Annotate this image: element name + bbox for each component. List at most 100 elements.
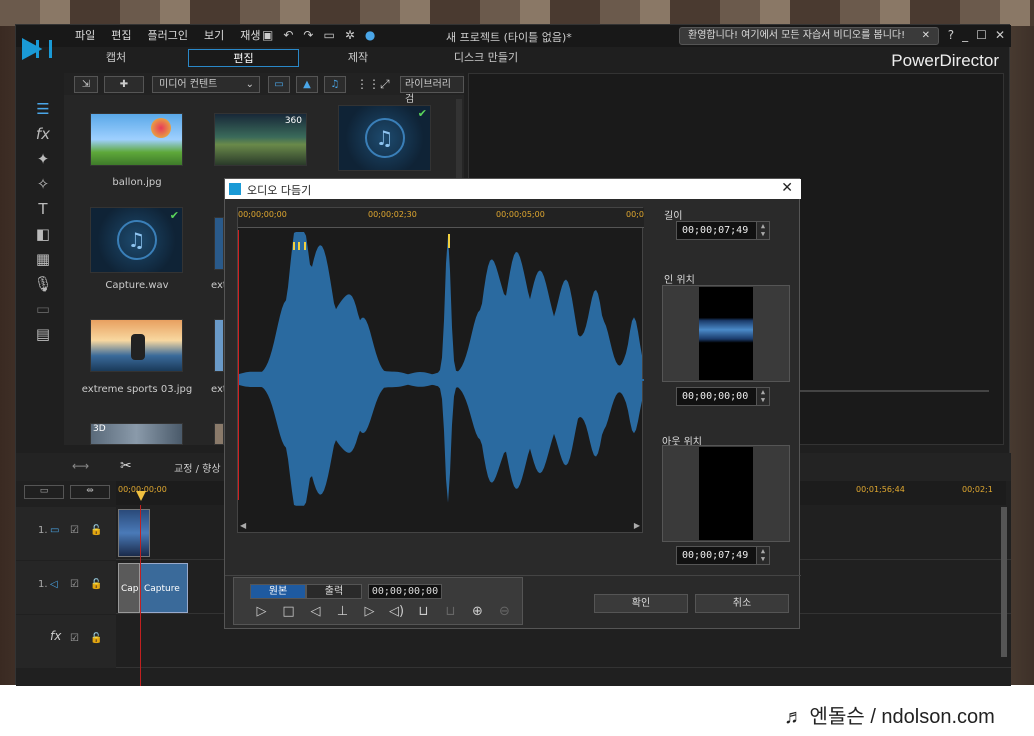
audio-filter-icon[interactable]: ♫ xyxy=(324,76,346,93)
track-enable-checkbox[interactable]: ☑ xyxy=(70,579,79,590)
chapter-icon[interactable]: ▭ xyxy=(24,297,62,322)
split-icon[interactable]: ⟷ xyxy=(72,459,89,473)
mark-out-disabled-icon[interactable]: ⊔ xyxy=(437,604,464,619)
ruler-end-time: 00;02;1 xyxy=(962,485,993,494)
help-icon[interactable]: ? xyxy=(948,28,954,42)
watermark: ♬ 엔돌슨 / ndolson.com xyxy=(784,706,995,728)
ok-button[interactable]: 확인 xyxy=(594,594,688,613)
undo-icon[interactable]: ↶ xyxy=(283,28,293,42)
in-position-value: 00;00;00;00 xyxy=(682,391,749,402)
redo-icon[interactable]: ↷ xyxy=(303,28,313,42)
audio-clip-1-label: Cap xyxy=(121,584,139,594)
fx-track-icon: fx xyxy=(50,629,62,643)
menu-bar: 파일 편집 플러그인 보기 재생 xyxy=(67,28,268,44)
grid-view-icon[interactable]: ⋮⋮ xyxy=(356,77,380,91)
close-window-icon[interactable]: ✕ xyxy=(995,28,1005,42)
save-icon[interactable]: ▣ xyxy=(262,28,273,42)
tab-disc[interactable]: 디스크 만들기 xyxy=(436,49,536,67)
media-room-icon[interactable]: ☰ xyxy=(24,97,62,122)
transition-room-icon[interactable]: ◧ xyxy=(24,222,62,247)
spin-icon[interactable]: ▲ ▼ xyxy=(756,547,769,564)
menu-file[interactable]: 파일 xyxy=(67,28,103,44)
thumb-extreme-sports[interactable] xyxy=(90,319,183,372)
length-timecode[interactable]: 00;00;07;49 ▲ ▼ xyxy=(676,221,770,240)
effect-room-icon[interactable]: fx xyxy=(24,122,62,147)
tab-produce[interactable]: 제작 xyxy=(328,49,388,67)
track-view-icon[interactable]: ▭ xyxy=(24,485,64,499)
waveform-ruler[interactable]: 00;00;00;00 00;00;02;30 00;00;05;00 00;0 xyxy=(238,208,644,228)
aspect-ratio-icon[interactable]: ▭ xyxy=(323,28,334,42)
close-icon[interactable]: ✕ xyxy=(781,180,793,196)
thumb-audio-1[interactable]: ♫ ✔ xyxy=(338,105,431,171)
original-toggle[interactable]: 원본 xyxy=(250,584,306,599)
thumb-360[interactable]: 360 xyxy=(214,113,307,166)
voiceover-icon[interactable]: 🎙 xyxy=(24,272,62,297)
audio-clip-2[interactable]: Capture xyxy=(140,563,188,613)
track-enable-checkbox[interactable]: ☑ xyxy=(70,633,79,644)
scroll-right-icon[interactable]: ▶ xyxy=(634,521,640,530)
welcome-banner[interactable]: 환영합니다! 여기에서 모든 자습서 비디오를 봅니다! ✕ xyxy=(679,27,939,45)
video-filter-icon[interactable]: ▭ xyxy=(268,76,290,93)
image-filter-icon[interactable]: ▲ xyxy=(296,76,318,93)
particle-room-icon[interactable]: ✧ xyxy=(24,172,62,197)
plugin-icon[interactable]: ✚ xyxy=(104,76,144,93)
menu-edit[interactable]: 편집 xyxy=(103,28,139,44)
lock-icon[interactable]: 🔓 xyxy=(90,633,102,644)
playback-controls: 원본 출력 00;00;00;00 ▷ □ ◁ ⊥ ▷ ◁) ⊔ ⊔ ⊕ ⊖ xyxy=(233,577,523,625)
mark-in-icon[interactable]: ⊥ xyxy=(329,604,356,619)
minimize-icon[interactable]: _ xyxy=(962,28,968,42)
video-clip[interactable] xyxy=(118,509,150,557)
zoom-in-icon[interactable]: ⊕ xyxy=(464,604,491,619)
tab-capture[interactable]: 캡처 xyxy=(86,49,146,67)
thumb-ext-partial-1[interactable] xyxy=(214,217,224,270)
timeline-scrollbar[interactable] xyxy=(1001,507,1007,657)
library-search-input[interactable]: 라이브러리 검 xyxy=(400,76,464,105)
trim-settings: 길이 00;00;07;49 ▲ ▼ 인 위치 00;00;00;00 ▲ ▼ 아웃… xyxy=(662,207,792,607)
next-frame-icon[interactable]: ▷ xyxy=(356,604,383,619)
audio-mixing-icon[interactable]: ▦ xyxy=(24,247,62,272)
previous-frame-icon[interactable]: ◁ xyxy=(302,604,329,619)
waveform-panel[interactable]: 00;00;00;00 00;00;02;30 00;00;05;00 00;0… xyxy=(237,207,644,533)
spin-icon[interactable]: ▲ ▼ xyxy=(756,388,769,405)
cancel-button[interactable]: 취소 xyxy=(695,594,789,613)
fix-enhance-button[interactable]: 교정 / 향상 xyxy=(174,460,221,475)
volume-icon[interactable]: ◁) xyxy=(383,604,410,619)
maximize-icon[interactable]: ☐ xyxy=(976,28,987,42)
pip-room-icon[interactable]: ✦ xyxy=(24,147,62,172)
in-position-timecode[interactable]: 00;00;00;00 ▲ ▼ xyxy=(676,387,770,406)
thumb-partial-3[interactable] xyxy=(214,423,224,445)
settings-gear-icon[interactable]: ✲ xyxy=(345,28,355,42)
menu-view[interactable]: 보기 xyxy=(196,28,232,44)
tab-edit[interactable]: 편집 xyxy=(188,49,299,67)
close-icon[interactable]: ✕ xyxy=(922,28,930,44)
menu-plugin[interactable]: 플러그인 xyxy=(140,28,196,44)
playhead-marker[interactable] xyxy=(136,491,146,501)
thumb-capture-wav[interactable]: ♫ ✔ xyxy=(90,207,183,273)
dialog-title-bar: 오디오 다듬기 ✕ xyxy=(225,179,801,199)
out-position-timecode[interactable]: 00;00;07;49 ▲ ▼ xyxy=(676,546,770,565)
stop-icon[interactable]: □ xyxy=(275,604,302,619)
thumb-ballon[interactable] xyxy=(90,113,183,166)
audio-clip-1[interactable]: Cap xyxy=(118,563,140,613)
import-icon[interactable]: ⇲ xyxy=(74,76,98,93)
play-icon[interactable]: ▷ xyxy=(248,604,275,619)
scroll-left-icon[interactable]: ◀ xyxy=(240,521,246,530)
expand-icon[interactable]: ⤢ xyxy=(380,77,390,92)
mark-out-icon[interactable]: ⊔ xyxy=(410,604,437,619)
spin-icon[interactable]: ▲ ▼ xyxy=(756,222,769,239)
lock-icon[interactable]: 🔓 xyxy=(90,525,102,536)
media-content-dropdown[interactable]: 미디어 컨텐트 ⌄ xyxy=(152,76,260,93)
title-room-icon[interactable]: T xyxy=(24,197,62,222)
track-enable-checkbox[interactable]: ☑ xyxy=(70,525,79,536)
subtitle-icon[interactable]: ▤ xyxy=(24,322,62,347)
zoom-out-icon[interactable]: ⊖ xyxy=(491,604,518,619)
lock-icon[interactable]: 🔓 xyxy=(90,579,102,590)
notification-icon[interactable]: ● xyxy=(365,28,375,42)
thumb-ext-partial-2[interactable] xyxy=(214,319,224,372)
checkmark-icon: ✔ xyxy=(417,107,427,120)
thumb-3d[interactable]: 3D xyxy=(90,423,183,445)
output-toggle[interactable]: 출력 xyxy=(306,584,362,599)
out-preview-frame xyxy=(699,447,753,540)
fit-timeline-icon[interactable]: ⇹ xyxy=(70,485,110,499)
scissors-icon[interactable]: ✂ xyxy=(120,458,132,474)
